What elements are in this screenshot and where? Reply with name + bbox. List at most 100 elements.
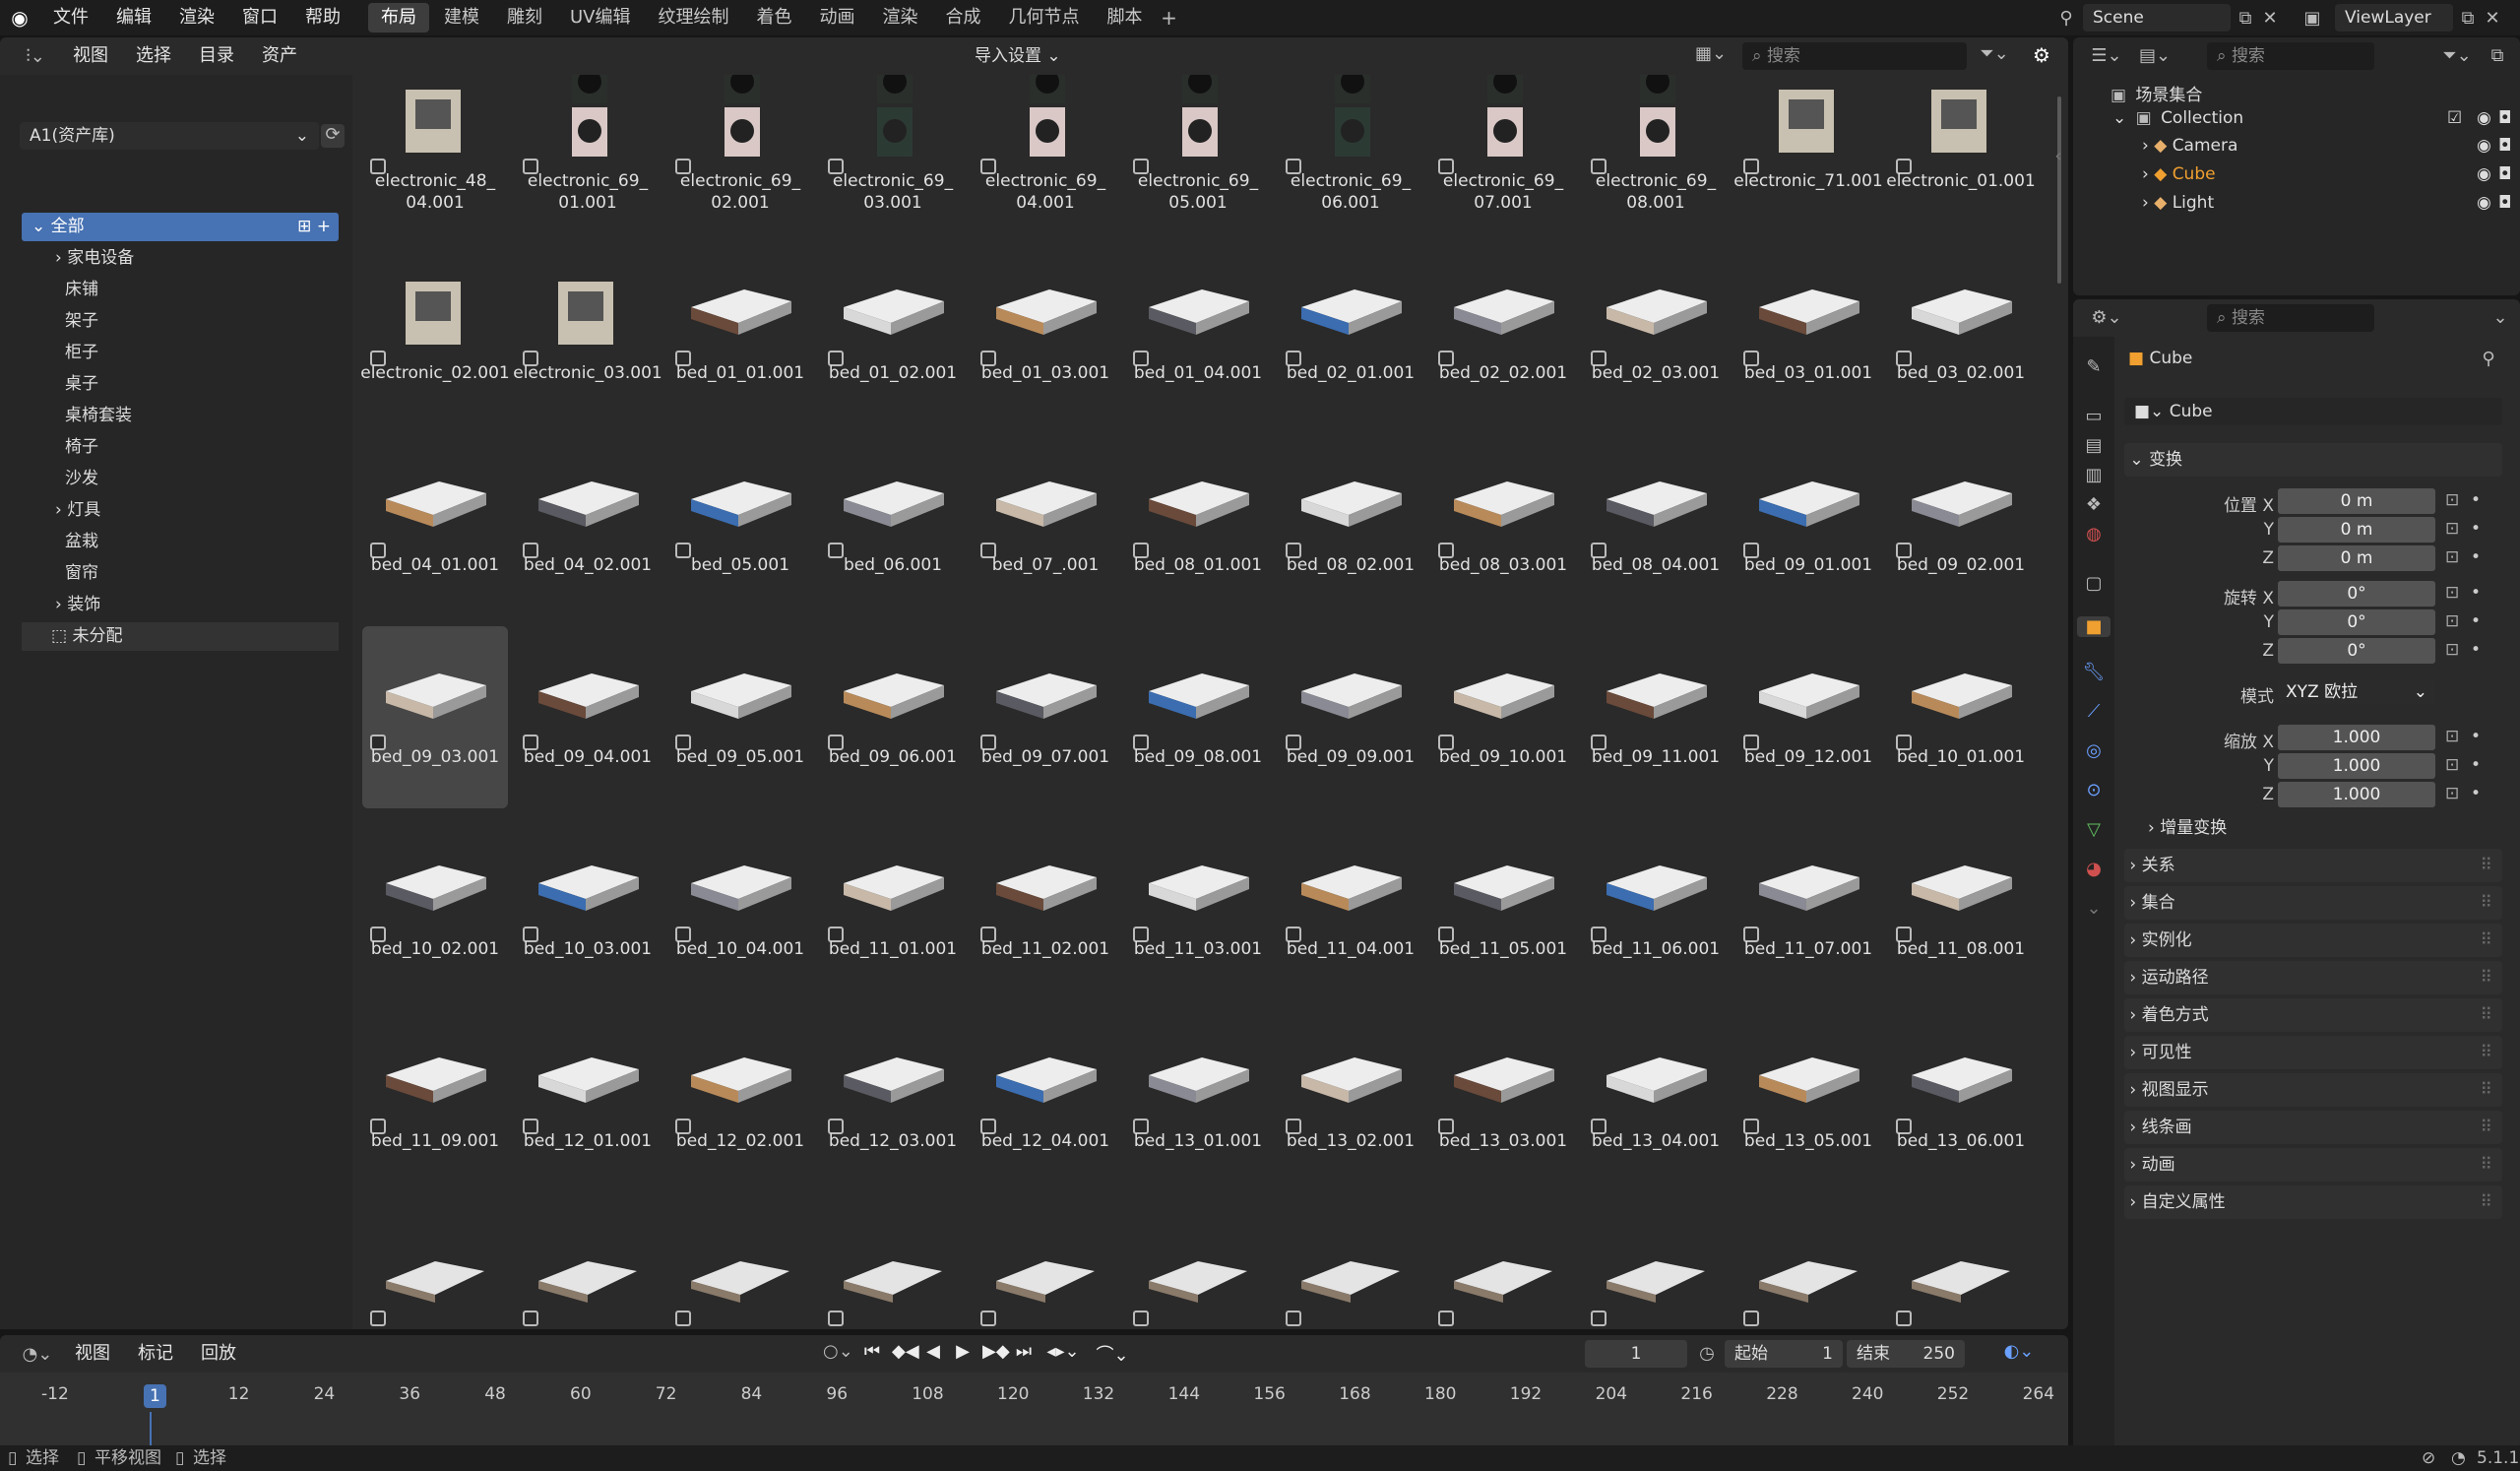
- asset-tile[interactable]: bed_01_03.001: [973, 242, 1118, 424]
- data-tab-icon[interactable]: ▽: [2081, 819, 2107, 840]
- catalog-item[interactable]: ⌄ 全部 ⊞ +: [22, 213, 339, 241]
- asset-tile[interactable]: bed_02_02.001: [1430, 242, 1576, 424]
- transform-panel-header[interactable]: ⌄ 变换: [2124, 443, 2502, 477]
- asset-tile[interactable]: bed_06.001: [820, 434, 966, 616]
- asset-tile[interactable]: bed_11_02.001: [973, 818, 1118, 1000]
- menu-item[interactable]: 窗口: [228, 0, 291, 35]
- expand-icon[interactable]: ›: [55, 595, 67, 614]
- asset-checkbox[interactable]: [675, 1311, 691, 1326]
- render-camera-icon[interactable]: ◘: [2498, 136, 2511, 156]
- playhead-line[interactable]: [150, 1412, 152, 1449]
- keyframe-dot-icon[interactable]: •: [2471, 519, 2481, 539]
- scale-y-field[interactable]: 1.000: [2278, 753, 2435, 779]
- asset-tile[interactable]: [820, 1202, 966, 1329]
- asset-tile[interactable]: bed_05.001: [667, 434, 813, 616]
- asset-tile[interactable]: bed_09_05.001: [667, 626, 813, 808]
- catalog-item[interactable]: 盆栽: [22, 528, 339, 556]
- asset-tile[interactable]: bed_13_02.001: [1278, 1010, 1423, 1192]
- expand-icon[interactable]: ›: [55, 248, 67, 268]
- property-section-header[interactable]: › 线条画 ⠿: [2124, 1111, 2502, 1144]
- view-options-icon[interactable]: ◐⌄: [1994, 1341, 2044, 1362]
- menu-item[interactable]: 编辑: [102, 0, 165, 35]
- keyframe-dot-icon[interactable]: •: [2471, 784, 2481, 803]
- catalog-item[interactable]: 柜子: [22, 339, 339, 367]
- rotation-mode-dropdown[interactable]: XYZ 欧拉 ⌄: [2278, 679, 2435, 705]
- scene-name[interactable]: Scene: [2083, 4, 2231, 32]
- drag-handle-icon[interactable]: ⠿: [2481, 1185, 2492, 1219]
- lock-icon[interactable]: ⊡: [2445, 547, 2459, 567]
- asset-tile[interactable]: bed_11_01.001: [820, 818, 966, 1000]
- outliner-item-row[interactable]: › ◆ Camera ◉ ◘: [2142, 136, 2511, 156]
- asset-tile[interactable]: bed_13_04.001: [1583, 1010, 1729, 1192]
- asset-tile[interactable]: bed_13_05.001: [1735, 1010, 1881, 1192]
- timeline-menu-item[interactable]: 标记: [124, 1336, 187, 1372]
- catalog-item[interactable]: 桌椅套装: [22, 402, 339, 430]
- timer-icon[interactable]: ◷: [1695, 1343, 1719, 1364]
- asset-tile[interactable]: bed_12_04.001: [973, 1010, 1118, 1192]
- asset-tile[interactable]: bed_11_03.001: [1125, 818, 1271, 1000]
- asset-checkbox[interactable]: [1896, 1311, 1912, 1326]
- drag-handle-icon[interactable]: ⠿: [2481, 1073, 2492, 1107]
- asset-tile[interactable]: [1125, 1202, 1271, 1329]
- expand-icon[interactable]: ⌄: [32, 217, 51, 236]
- add-workspace-icon[interactable]: +: [1158, 6, 1181, 30]
- property-section-header[interactable]: › 动画 ⠿: [2124, 1148, 2502, 1182]
- asset-tile[interactable]: electronic_71.001: [1733, 75, 1883, 232]
- property-section-header[interactable]: › 关系 ⠿: [2124, 849, 2502, 882]
- timeline-menu-item[interactable]: 视图: [61, 1336, 124, 1372]
- location-x-field[interactable]: 0 m: [2278, 488, 2435, 514]
- asset-tile[interactable]: bed_09_01.001: [1735, 434, 1881, 616]
- asset-tile[interactable]: electronic_69_ 08.001: [1583, 75, 1729, 232]
- material-tab-icon[interactable]: ◕: [2081, 859, 2107, 879]
- property-section-header[interactable]: › 实例化 ⠿: [2124, 924, 2502, 957]
- asset-tile[interactable]: bed_12_01.001: [515, 1010, 661, 1192]
- asset-tile[interactable]: bed_03_01.001: [1735, 242, 1881, 424]
- property-section-header[interactable]: › 可见性 ⠿: [2124, 1036, 2502, 1069]
- asset-checkbox[interactable]: [828, 1311, 844, 1326]
- workspace-tab[interactable]: 建模: [431, 3, 492, 32]
- asset-tile[interactable]: bed_12_02.001: [667, 1010, 813, 1192]
- asset-checkbox[interactable]: [1438, 1311, 1454, 1326]
- asset-tile[interactable]: electronic_69_ 05.001: [1125, 75, 1271, 232]
- catalog-item[interactable]: 架子: [22, 307, 339, 336]
- location-y-field[interactable]: 0 m: [2278, 517, 2435, 543]
- workspace-tab[interactable]: UV编辑: [557, 3, 644, 32]
- drag-handle-icon[interactable]: ⠿: [2481, 849, 2492, 882]
- workspace-tab[interactable]: 渲染: [870, 3, 931, 32]
- keying-icon[interactable]: ◂▸⌄: [1043, 1341, 1083, 1367]
- catalog-item[interactable]: ⬚ 未分配: [22, 622, 339, 651]
- collapse-panel-icon[interactable]: ‹: [2051, 146, 2065, 166]
- tool-tab-icon[interactable]: ✎: [2081, 356, 2107, 377]
- rotation-x-field[interactable]: 0°: [2278, 581, 2435, 607]
- expand-icon[interactable]: ›: [2142, 136, 2154, 156]
- keyframe-dot-icon[interactable]: •: [2471, 755, 2481, 775]
- workspace-tab[interactable]: 着色: [744, 3, 805, 32]
- asset-tile[interactable]: bed_08_02.001: [1278, 434, 1423, 616]
- property-section-header[interactable]: › 集合 ⠿: [2124, 886, 2502, 920]
- display-mode-icon[interactable]: ▤⌄: [2138, 45, 2172, 66]
- property-section-header[interactable]: › 视图显示 ⠿: [2124, 1073, 2502, 1107]
- rotation-z-field[interactable]: 0°: [2278, 638, 2435, 664]
- viewlayer-icon[interactable]: ▣: [2290, 8, 2335, 29]
- keyframe-dot-icon[interactable]: •: [2471, 640, 2481, 660]
- asset-tile[interactable]: bed_10_04.001: [667, 818, 813, 1000]
- asset-tile[interactable]: bed_10_03.001: [515, 818, 661, 1000]
- copy-scene-icon[interactable]: ⧉: [2231, 8, 2260, 29]
- drag-handle-icon[interactable]: ⠿: [2481, 1111, 2492, 1144]
- outliner-item-row[interactable]: › ◆ Light ◉ ◘: [2142, 193, 2511, 213]
- render-tab-icon[interactable]: ▭: [2081, 406, 2107, 426]
- workspace-tab[interactable]: 脚本: [1095, 3, 1156, 32]
- asset-tile[interactable]: electronic_01.001: [1886, 75, 2036, 232]
- keyframe-dot-icon[interactable]: •: [2471, 611, 2481, 631]
- play-reverse-icon[interactable]: ◀: [923, 1341, 943, 1367]
- asset-tile[interactable]: bed_09_03.001: [362, 626, 508, 808]
- drag-handle-icon[interactable]: ⠿: [2481, 961, 2492, 994]
- asset-tile[interactable]: electronic_48_ 04.001: [362, 75, 508, 232]
- editor-type-icon[interactable]: ⫶⌄: [12, 46, 59, 67]
- keyframe-dot-icon[interactable]: •: [2471, 490, 2481, 510]
- asset-checkbox[interactable]: [980, 1311, 996, 1326]
- drag-handle-icon[interactable]: ⠿: [2481, 924, 2492, 957]
- asset-tile[interactable]: electronic_69_ 01.001: [515, 75, 661, 232]
- lock-icon[interactable]: ⊡: [2445, 583, 2459, 603]
- asset-tile[interactable]: bed_11_09.001: [362, 1010, 508, 1192]
